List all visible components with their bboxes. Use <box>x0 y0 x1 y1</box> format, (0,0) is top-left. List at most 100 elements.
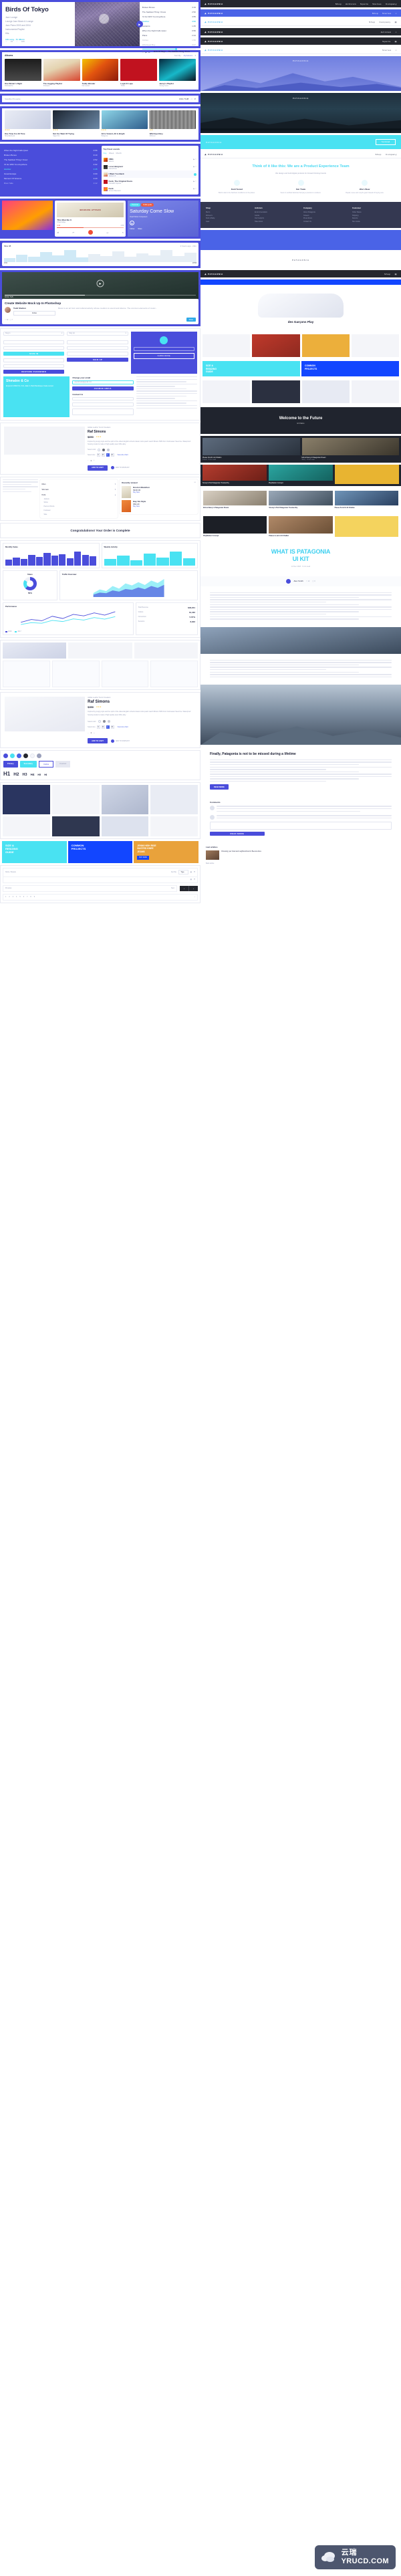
product-tile[interactable] <box>150 816 198 837</box>
color-swatch-grey[interactable] <box>102 720 106 723</box>
submit-comment-button[interactable]: READ MORE <box>210 832 265 836</box>
album-card[interactable]: The Jogging Playlist Prokawn <box>43 59 80 87</box>
next-icon[interactable]: ⏭ <box>106 231 108 234</box>
signin-select[interactable]: Sing in <box>5 332 10 334</box>
track-row-active[interactable]: Anchor 4:00 <box>142 19 196 23</box>
contact-name-field[interactable] <box>72 396 134 400</box>
filter-item[interactable]: Sale <box>44 513 116 517</box>
add-to-cart-button[interactable]: ADD TO CART <box>87 465 108 471</box>
nav-link-company[interactable]: Company <box>380 21 391 23</box>
album-card[interactable]: ★★★ Not For Want Of Trying Sigur Kin <box>53 110 100 137</box>
email-value[interactable]: wwordmello@gmail.com <box>74 381 92 383</box>
color-swatch-light[interactable] <box>107 448 110 451</box>
email-field[interactable] <box>3 340 65 344</box>
product-tile[interactable] <box>203 334 251 358</box>
next-icon[interactable]: ⏭ <box>148 51 150 53</box>
chevron-down-icon[interactable]: ▾ <box>115 488 116 491</box>
nav-link-company[interactable]: Company <box>386 3 397 5</box>
filter-man[interactable]: Man <box>42 483 46 485</box>
blog-card[interactable]: Erik & Nancy's Patagonian Dream Story · … <box>301 438 399 461</box>
filter-woman[interactable]: Woman <box>42 488 49 491</box>
size-m[interactable]: M <box>101 725 105 729</box>
album-card[interactable]: Lupin D Lupe TOFU <box>120 59 158 87</box>
sort-select[interactable]: Type <box>178 870 188 875</box>
blog-card-highlight[interactable] <box>334 516 398 538</box>
page-number[interactable]: 9 <box>34 896 35 898</box>
play-icon[interactable]: ▶ ♡ <box>193 188 196 190</box>
tab-day[interactable]: Day <box>104 152 107 154</box>
nav-link-stories[interactable]: Stories <box>372 3 382 5</box>
size-xl[interactable]: XL <box>110 453 114 457</box>
product-tile[interactable] <box>101 816 149 837</box>
read-more-button[interactable]: READ MORE <box>210 784 229 790</box>
page-number[interactable]: 5 <box>19 896 20 898</box>
product-tile[interactable] <box>301 380 350 404</box>
track-row[interactable]: Lanterns 1:45 <box>142 23 196 28</box>
pager-next-icon[interactable]: › <box>194 896 195 898</box>
share-button[interactable]: Share <box>138 228 142 230</box>
newsletter-email-field[interactable] <box>133 347 194 351</box>
blog-card[interactable]: Please to eat in El Chaltén <box>269 516 333 537</box>
list-item[interactable]: Bay Six Style $52.20 Buy Now <box>122 499 196 512</box>
nav-link-shop[interactable]: Shop <box>336 3 342 5</box>
banner-size-guide[interactable]: SIZE & RESIZING GUIDE <box>203 361 300 377</box>
size-s[interactable]: S <box>96 725 100 729</box>
prev-icon[interactable]: ⏮ <box>73 231 75 234</box>
size-l[interactable]: L <box>106 453 110 457</box>
play-button[interactable] <box>88 230 93 235</box>
sound-row[interactable]: Funk Vincent Mecuard ▶ ♡ <box>103 185 196 193</box>
follow-button[interactable]: Follow <box>130 228 134 230</box>
wishlist-icon[interactable] <box>110 466 114 470</box>
product-tile[interactable] <box>51 816 100 837</box>
banner-jeans[interactable]: JENNI HIGH RISE BUSTED KNEE JEANS BUY NO… <box>134 841 199 863</box>
album-card[interactable]: One Winter's Night Pokinatcha <box>5 59 41 87</box>
chevron-up-icon[interactable]: ▴ <box>115 493 116 496</box>
album-card[interactable]: ★★★ One Time For All Time Shacklebrook <box>5 110 51 137</box>
nav-link-sports[interactable]: Sports <box>382 40 390 43</box>
size-l[interactable]: L <box>106 725 110 729</box>
button-primary[interactable]: Primary <box>3 761 18 768</box>
next-button[interactable]: Next <box>171 887 174 889</box>
blog-card-highlight[interactable] <box>335 465 399 485</box>
chevron-down-icon[interactable]: ▾ <box>115 483 116 485</box>
video-player[interactable]: ▶ 03:34 / 5:25 <box>2 272 198 299</box>
volume-icon[interactable]: ◁ <box>190 98 192 100</box>
nav-link-shop[interactable]: Shop <box>384 273 390 275</box>
product-tile[interactable] <box>252 380 300 404</box>
more-icon[interactable]: ••• <box>194 481 196 484</box>
product-tile[interactable] <box>351 334 399 358</box>
list-icon[interactable]: ☰ <box>194 871 195 873</box>
blog-card[interactable]: Erik & Nancy's Patagonian Dream <box>203 491 267 509</box>
nav-link-shop[interactable]: Shop <box>376 153 382 156</box>
page-number[interactable]: 6 <box>23 896 24 898</box>
blog-card[interactable]: Please Scroll In El Chaltén <box>334 491 398 509</box>
grid-icon[interactable]: ▦ <box>190 871 192 873</box>
nav-link-stories[interactable]: Stories <box>382 12 392 15</box>
cart-icon[interactable]: ▤ <box>395 21 397 23</box>
play-icon[interactable]: ▶ ♡ <box>193 166 196 168</box>
search-icon[interactable]: ⌕ <box>396 49 397 51</box>
restore-password-button[interactable]: RESTORE PASSWORD <box>3 370 65 374</box>
search-icon[interactable]: ⌕ <box>396 31 397 33</box>
like-icon[interactable]: ♡ <box>306 580 307 582</box>
color-swatch-white[interactable] <box>98 720 101 723</box>
list-icon[interactable]: ☰ <box>194 879 195 881</box>
page-number[interactable]: 4 <box>16 896 17 898</box>
track-row[interactable]: When the Night Falls Quiet 0:56 <box>142 28 196 33</box>
play-button[interactable]: ▶ <box>136 21 143 27</box>
prev-icon[interactable]: ⏮ <box>142 51 144 53</box>
repeat-icon[interactable]: ↻ <box>122 231 124 234</box>
product-tile[interactable] <box>150 661 198 688</box>
album-card[interactable]: Jenny's Playlist Young Guns <box>159 59 196 87</box>
shuffle-icon[interactable]: ⇄ <box>194 98 196 100</box>
signup-select[interactable]: Sing Up <box>69 332 75 334</box>
contact-email-field[interactable] <box>72 402 134 406</box>
newsletter-email-field[interactable]: Your Email <box>375 139 396 145</box>
grid-icon[interactable]: ▦ <box>190 879 192 881</box>
tab-week[interactable]: Week <box>109 152 114 154</box>
color-swatch-white[interactable] <box>98 448 101 451</box>
sound-row[interactable]: OMG Satumi ▶ ♡ <box>103 156 196 163</box>
blog-card[interactable]: Snowy's Pick Patagonian Trustworthy <box>203 465 267 484</box>
nav-link-stories[interactable]: Stories <box>382 49 392 51</box>
banner-size-guide[interactable]: SIZE & RESIZING GUIDE <box>2 841 67 863</box>
